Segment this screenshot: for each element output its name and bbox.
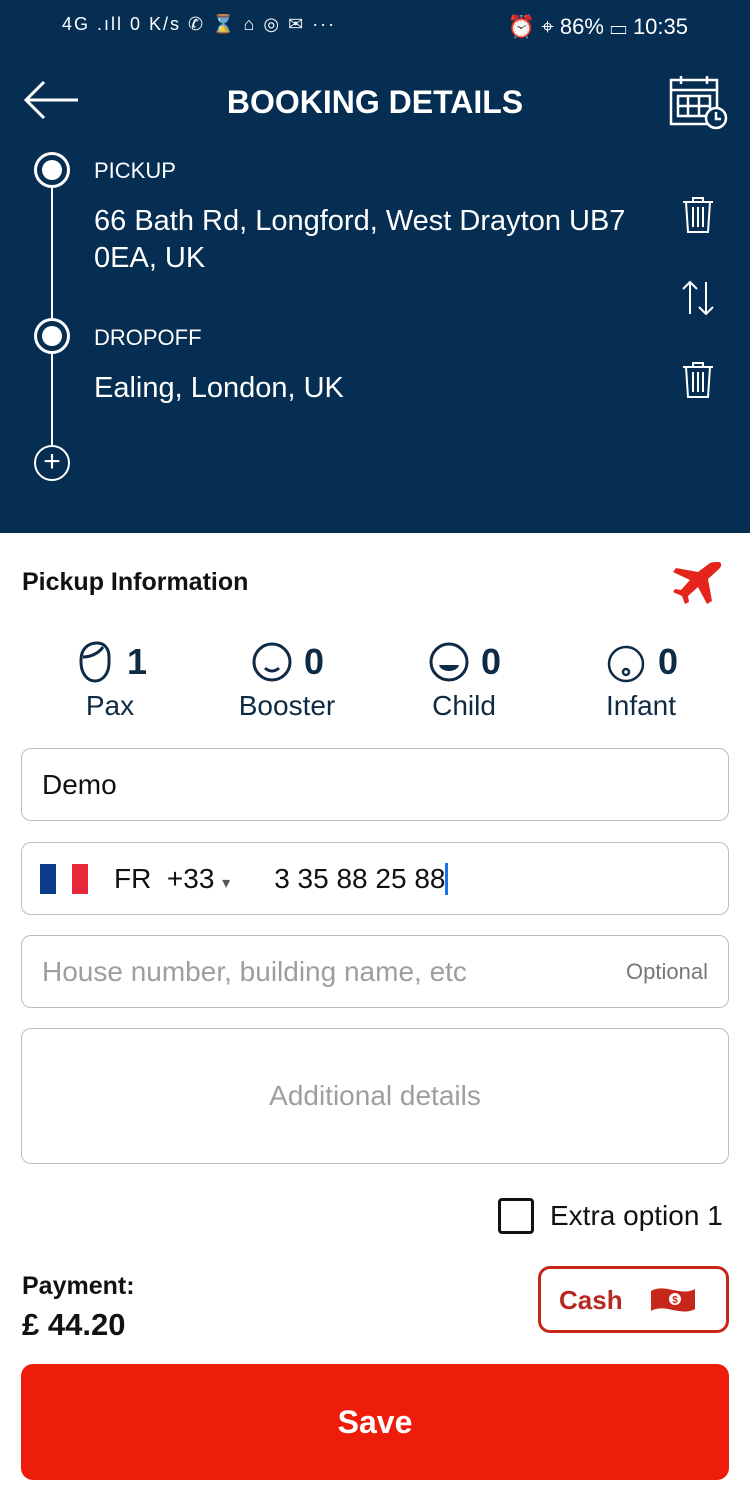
svg-text:$: $ [672,1295,678,1306]
swap-arrows-icon[interactable] [680,278,716,318]
name-input[interactable]: Demo [21,748,729,821]
add-stop-button[interactable]: + [34,445,70,481]
pax-counter[interactable]: 1 Pax [35,640,185,722]
delete-dropoff-trash-icon[interactable] [680,360,716,400]
calendar-clock-icon[interactable] [668,74,728,130]
phone-input[interactable]: 3 35 88 25 88 [274,862,449,895]
france-flag-icon [40,863,88,894]
optional-hint: Optional [626,958,708,984]
cash-money-icon: $ [651,1288,695,1312]
extra-option-checkbox[interactable] [498,1198,534,1234]
dropoff-marker-icon [34,318,70,354]
pickup-marker-icon [34,152,70,188]
additional-details-textarea[interactable]: Additional details [21,1028,729,1164]
status-bar: 4G .ıll 0 K/s ✆ ⌛ ⌂ ◎ ✉ ··· ⏰ ⌖ 86% ▭ 10… [62,14,688,39]
status-icons: 4G .ıll 0 K/s ✆ ⌛ ⌂ ◎ ✉ ··· [62,14,337,34]
delete-pickup-trash-icon[interactable] [680,195,716,235]
pickup-address[interactable]: 66 Bath Rd, Longford, West Drayton UB7 0… [94,203,654,277]
header: 4G .ıll 0 K/s ✆ ⌛ ⌂ ◎ ✉ ··· ⏰ ⌖ 86% ▭ 10… [0,0,750,533]
country-code-select[interactable]: FR +33 ▾ [114,863,230,895]
house-number-input[interactable]: House number, building name, etc Optional [21,935,729,1008]
route-line [51,170,53,462]
dropoff-address[interactable]: Ealing, London, UK [94,370,654,407]
payment-method-button[interactable]: Cash $ [538,1266,729,1333]
dropoff-label: DROPOFF [94,325,202,350]
boy-face-icon [252,642,292,682]
battery-level: 86% [559,14,604,39]
payment-label: Payment: [22,1272,135,1300]
adult-face-icon [79,641,111,683]
page-title: BOOKING DETAILS [226,84,524,120]
clock: 10:35 [632,14,688,39]
payment-amount: £ 44.20 [22,1307,126,1342]
phone-field[interactable]: FR +33 ▾ 3 35 88 25 88 [21,842,729,915]
pickup-label: PICKUP [94,158,176,183]
section-title: Pickup Information [22,568,249,596]
save-button[interactable]: Save [21,1364,729,1480]
child-face-icon [429,642,469,682]
booster-counter[interactable]: 0 Booster [212,640,362,722]
flight-icon[interactable] [668,560,724,604]
infant-counter[interactable]: 0 Infant [566,640,716,722]
baby-face-icon [607,645,645,683]
child-counter[interactable]: 0 Child [389,640,539,722]
extra-option-label[interactable]: Extra option 1 [550,1200,723,1232]
